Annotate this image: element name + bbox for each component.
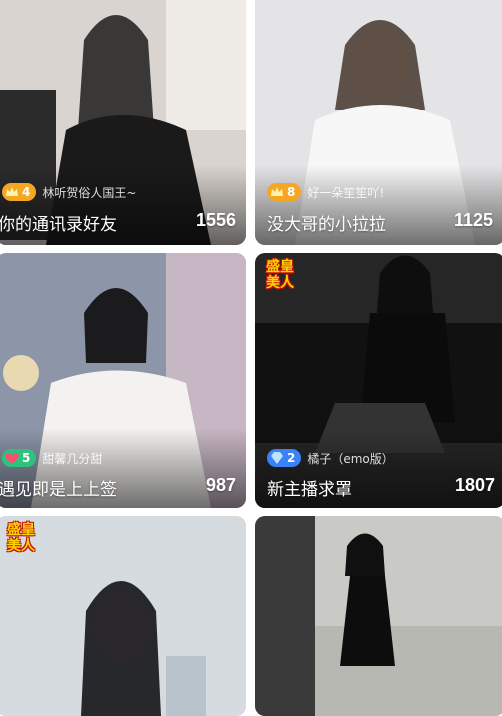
badge-row: 2 橘子（emo版） [265, 449, 394, 467]
anchor-name: 好一朵笙笙吖! [307, 185, 385, 200]
badge-level: 5 [22, 451, 31, 465]
room-title: 没大哥的小拉拉 [267, 215, 386, 235]
room-title: 遇见即是上上签 [0, 480, 117, 500]
crown-level-badge: 8 [267, 183, 302, 201]
room-title: 你的通讯录好友 [0, 215, 117, 235]
live-room-card[interactable]: 5 甜馨几分甜 遇见即是上上签 987 [0, 253, 246, 508]
promo-tag: 盛皇 美人 [0, 522, 42, 562]
room-title: 新主播求罩 [267, 480, 352, 500]
tag-line: 盛皇 [7, 522, 35, 538]
badge-level: 4 [22, 185, 31, 199]
diamond-level-badge: 2 [267, 449, 302, 467]
diamond-icon [271, 452, 283, 464]
anchor-name: 林听贺俗人国王~ [42, 185, 137, 200]
badge-row: 8 好一朵笙笙吖! [265, 183, 384, 201]
crown-icon [6, 187, 18, 196]
promo-tag: 盛皇 美人 [259, 259, 301, 299]
anchor-name: 橘子（emo版） [307, 451, 394, 466]
live-room-card[interactable] [255, 516, 502, 716]
badge-level: 8 [287, 185, 296, 199]
heart-level-badge: 5 [2, 449, 37, 467]
live-room-card[interactable]: 4 林听贺俗人国王~ 你的通讯录好友 1556 [0, 0, 246, 245]
live-room-card[interactable]: 8 好一朵笙笙吖! 没大哥的小拉拉 1125 [255, 0, 502, 245]
crown-icon [271, 187, 283, 196]
tag-line: 盛皇 [266, 259, 294, 275]
viewer-count: 987 [205, 475, 236, 495]
viewer-count: 1125 [453, 210, 493, 230]
tag-line: 美人 [7, 538, 35, 554]
tag-line: 美人 [266, 275, 294, 291]
live-room-card[interactable]: 盛皇 美人 [0, 516, 246, 716]
badge-level: 2 [287, 451, 296, 465]
live-room-card[interactable]: 盛皇 美人 2 橘子（emo版） 新主播求罩 1807 [255, 253, 502, 508]
heart-icon [5, 453, 19, 464]
anchor-name: 甜馨几分甜 [42, 451, 103, 466]
viewer-count: 1807 [454, 475, 495, 495]
crown-level-badge: 4 [2, 183, 37, 201]
viewer-count: 1556 [195, 210, 236, 230]
badge-row: 5 甜馨几分甜 [0, 449, 102, 467]
badge-row: 4 林听贺俗人国王~ [0, 183, 136, 201]
stream-cover-image [255, 516, 502, 716]
